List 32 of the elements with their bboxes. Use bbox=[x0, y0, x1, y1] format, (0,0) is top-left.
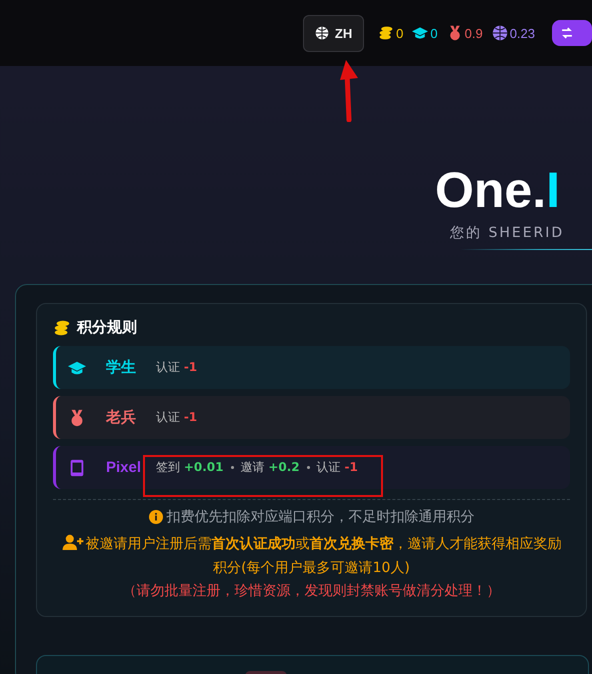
graduation-cap-icon bbox=[412, 25, 428, 41]
coins-icon bbox=[378, 25, 394, 41]
card-title: 积分规则 bbox=[77, 318, 137, 337]
annotation-arrow bbox=[337, 58, 361, 122]
balance-value: 0.23 bbox=[510, 26, 535, 40]
rule-text: 认证 -1 bbox=[156, 359, 198, 376]
swap-button[interactable] bbox=[552, 20, 592, 46]
separator-dot bbox=[230, 466, 234, 469]
swap-icon bbox=[560, 26, 574, 40]
warning-text: （请勿批量注册，珍惜资源，发现则封禁账号做清分处理！） bbox=[122, 582, 502, 601]
globe-icon bbox=[492, 25, 508, 41]
site-subtitle: 您的 SHEERID bbox=[450, 224, 566, 242]
info-icon bbox=[148, 510, 162, 524]
rule-text: 认证 -1 bbox=[156, 409, 198, 426]
rule-text: 认证 -1 bbox=[316, 459, 358, 476]
globe-icon bbox=[314, 26, 329, 40]
rule-name: Pixel bbox=[106, 459, 142, 476]
coins-icon bbox=[53, 318, 71, 336]
balance-value: 0.9 bbox=[464, 26, 483, 40]
phone-icon bbox=[68, 458, 86, 476]
separator-dot bbox=[306, 466, 310, 469]
site-title: One.I bbox=[435, 161, 560, 220]
language-button[interactable]: ZH bbox=[303, 14, 364, 52]
rule-name: 老兵 bbox=[106, 408, 137, 427]
invite-note: 被邀请用户注册后需首次认证成功或首次兑换卡密，邀请人才能获得相应奖励积分(每个用户最多可邀请10人) bbox=[53, 532, 570, 580]
balance-value: 0 bbox=[396, 26, 404, 40]
rule-note: 扣费优先扣除对应端口积分，不足时扣除通用积分 bbox=[166, 508, 474, 526]
rule-text: 邀请 +0.2 bbox=[240, 459, 300, 476]
add-user-icon bbox=[62, 534, 84, 550]
rule-text: 签到 +0.01 bbox=[156, 459, 224, 476]
balance-value: 0 bbox=[430, 26, 438, 40]
rule-name: 学生 bbox=[106, 358, 137, 377]
